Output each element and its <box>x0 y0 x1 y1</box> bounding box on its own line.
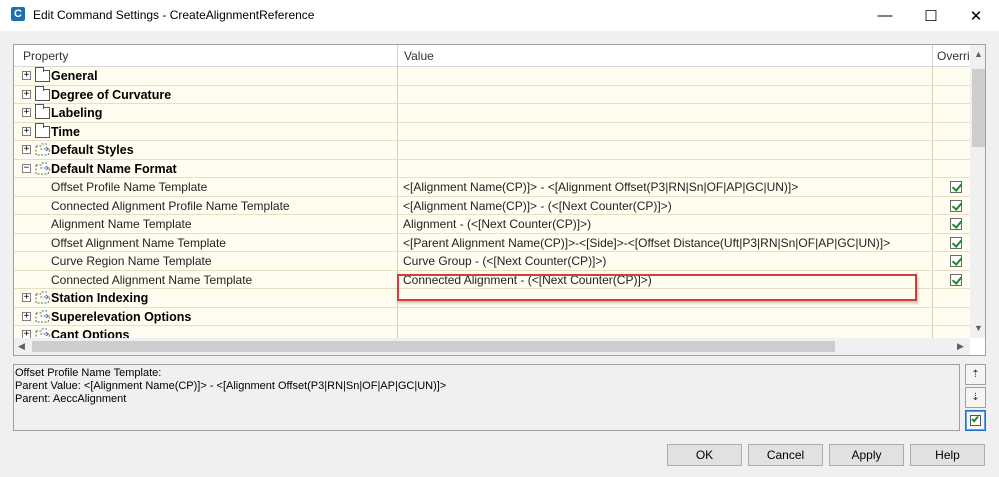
category-label: Labeling <box>51 106 103 120</box>
collapse-icon[interactable]: − <box>22 163 31 173</box>
category-row[interactable]: − Default Name Format <box>14 159 970 178</box>
cancel-button[interactable]: Cancel <box>748 444 823 466</box>
dashed-folder-icon <box>35 291 51 304</box>
category-row[interactable]: + Degree of Curvature <box>14 85 970 104</box>
property-row[interactable]: Curve Region Name Template Curve Group - … <box>14 252 970 271</box>
minimize-button[interactable]: — <box>862 0 908 31</box>
property-label: Connected Alignment Name Template <box>51 272 253 287</box>
category-row[interactable]: + Time <box>14 122 970 141</box>
horizontal-scrollbar[interactable]: ◀ ▶ <box>14 338 970 355</box>
lock-up-icon[interactable]: ⇡ <box>965 364 986 385</box>
highlight-box <box>397 274 917 301</box>
expand-icon[interactable]: + <box>22 89 31 99</box>
column-header-property[interactable]: Property <box>23 49 68 63</box>
override-checkbox[interactable] <box>950 236 962 249</box>
expand-icon[interactable]: + <box>22 311 31 321</box>
folder-icon <box>35 67 50 82</box>
civil3d-app-icon: C <box>11 7 25 21</box>
scroll-left-icon[interactable]: ◀ <box>18 341 25 352</box>
expand-icon[interactable]: + <box>22 145 31 154</box>
window-title: Edit Command Settings - CreateAlignmentR… <box>33 8 315 22</box>
override-checkbox[interactable] <box>950 218 962 230</box>
category-label: Default Name Format <box>51 161 177 176</box>
column-header-override[interactable]: Overri <box>937 49 970 63</box>
category-label: Superelevation Options <box>51 309 192 324</box>
property-row[interactable]: Alignment Name Template Alignment - (<[Ne… <box>14 215 970 234</box>
vertical-scrollbar[interactable]: ▲ ▼ <box>970 45 985 338</box>
property-value[interactable]: Curve Group - (<[Next Counter(CP)]>) <box>403 254 606 268</box>
property-value[interactable]: Alignment - (<[Next Counter(CP)]>) <box>403 217 591 231</box>
grid-header: Property Value Overri <box>14 45 970 67</box>
folder-icon <box>35 104 50 119</box>
property-label: Offset Alignment Name Template <box>51 235 226 250</box>
property-label: Curve Region Name Template <box>51 254 212 268</box>
scroll-right-icon[interactable]: ▶ <box>957 341 964 352</box>
horizontal-scroll-thumb[interactable] <box>32 341 835 352</box>
folder-icon <box>35 122 50 138</box>
expand-icon[interactable]: + <box>22 108 31 117</box>
close-button[interactable]: ✕ <box>953 0 999 31</box>
grid-rows: + General + Degree of Curvature + Labeling + Ti… <box>14 67 970 345</box>
folder-icon <box>35 85 50 101</box>
property-label: Connected Alignment Profile Name Templat… <box>51 198 290 213</box>
description-parent: Parent: AeccAlignment <box>15 393 127 405</box>
category-label: Station Indexing <box>51 291 149 305</box>
category-label: Default Styles <box>51 143 134 157</box>
description-parent-value: Parent Value: <[Alignment Name(CP)]> - <… <box>15 380 447 392</box>
category-row[interactable]: + Labeling <box>14 104 970 123</box>
property-row[interactable]: Connected Alignment Profile Name Templat… <box>14 196 970 215</box>
ok-button[interactable]: OK <box>667 444 742 466</box>
dashed-folder-icon <box>35 162 51 174</box>
property-row[interactable]: Offset Profile Name Template <[Alignment … <box>14 178 970 197</box>
description-panel: Offset Profile Name Template: Parent Val… <box>13 364 960 431</box>
override-checkbox[interactable] <box>950 273 962 286</box>
category-row[interactable]: + Superelevation Options <box>14 307 970 326</box>
override-checkbox[interactable] <box>950 181 962 193</box>
description-title: Offset Profile Name Template: <box>15 367 162 379</box>
dashed-folder-icon <box>35 310 51 322</box>
scroll-up-icon[interactable]: ▲ <box>974 49 983 59</box>
title-bar: C Edit Command Settings - CreateAlignmen… <box>0 0 999 31</box>
lock-down-icon[interactable]: ⇣ <box>965 387 986 408</box>
expand-icon[interactable]: + <box>22 293 31 302</box>
category-label: Degree of Curvature <box>51 87 172 102</box>
property-row[interactable]: Offset Alignment Name Template <[Parent A… <box>14 233 970 252</box>
property-grid[interactable]: Property Value Overri + General + Degree of… <box>13 44 986 356</box>
dashed-folder-icon <box>35 143 51 156</box>
category-row[interactable]: + Default Styles <box>14 141 970 160</box>
expand-icon[interactable]: + <box>22 71 31 80</box>
apply-button[interactable]: Apply <box>829 444 904 466</box>
property-value[interactable]: <[Alignment Name(CP)]> - <[Alignment Off… <box>403 180 798 194</box>
override-checkbox[interactable] <box>950 199 962 212</box>
override-checkbox[interactable] <box>950 255 962 267</box>
help-button[interactable]: Help <box>910 444 985 466</box>
expand-icon[interactable]: + <box>22 126 31 136</box>
vertical-scroll-thumb[interactable] <box>972 69 985 147</box>
category-label: General <box>51 69 98 83</box>
scroll-down-icon[interactable]: ▼ <box>974 323 983 333</box>
column-header-value[interactable]: Value <box>404 49 434 63</box>
category-label: Time <box>51 124 80 139</box>
property-value[interactable]: <[Parent Alignment Name(CP)]>-<[Side]>-<… <box>403 236 890 250</box>
property-label: Alignment Name Template <box>51 217 192 231</box>
property-label: Offset Profile Name Template <box>51 180 208 194</box>
category-row[interactable]: + General <box>14 67 970 86</box>
property-value[interactable]: <[Alignment Name(CP)]> - (<[Next Counter… <box>403 199 672 213</box>
override-check-icon[interactable] <box>965 410 986 431</box>
maximize-button[interactable]: ☐ <box>908 0 954 31</box>
